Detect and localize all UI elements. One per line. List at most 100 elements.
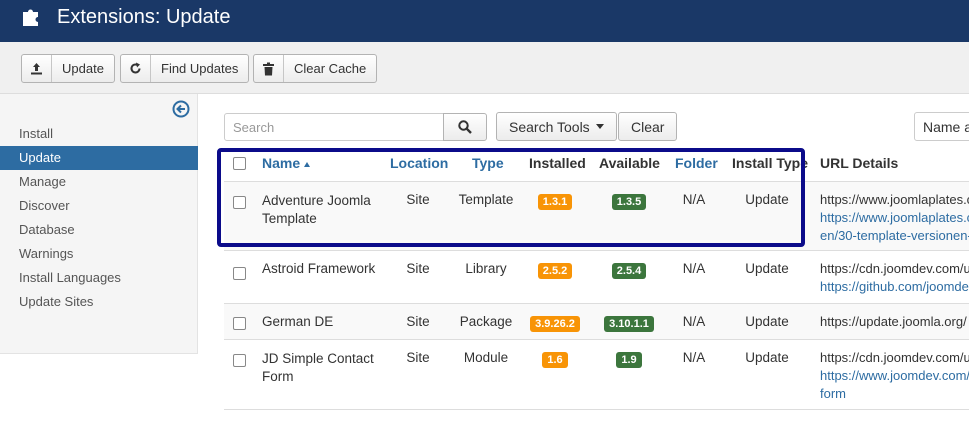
sidebar-item-install[interactable]: Install: [0, 122, 198, 146]
url-text: https://www.joomlaplates.c: [820, 192, 969, 207]
url-text: https://update.joomla.org/: [820, 314, 967, 329]
folder-cell: N/A: [682, 192, 706, 207]
available-version-badge: 2.5.4: [611, 263, 647, 279]
type-cell: Package: [459, 314, 513, 329]
url-link[interactable]: en/30-template-versionen-: [820, 228, 969, 243]
search-tools-label: Search Tools: [509, 118, 590, 135]
folder-cell: N/A: [682, 314, 706, 329]
available-cell: 1.9: [599, 351, 659, 368]
col-name[interactable]: Name: [262, 155, 311, 171]
extension-name: Astroid Framework: [262, 261, 376, 276]
search-input[interactable]: [224, 113, 444, 141]
installed-cell: 1.3.1: [529, 193, 581, 210]
find-updates-button-label: Find Updates: [161, 61, 239, 76]
find-updates-button[interactable]: Find Updates: [120, 54, 250, 83]
extension-name-line: JD Simple Contact: [262, 351, 374, 366]
col-available: Available: [599, 155, 660, 171]
installed-version-badge: 1.6: [542, 352, 568, 368]
refresh-icon: [121, 55, 151, 82]
clear-cache-button[interactable]: Clear Cache: [253, 54, 378, 83]
col-type[interactable]: Type: [472, 155, 504, 171]
folder-cell: N/A: [682, 261, 706, 276]
update-button[interactable]: Update: [21, 54, 115, 83]
available-cell: 1.3.5: [599, 193, 659, 210]
puzzle-icon: [23, 9, 38, 26]
url-link[interactable]: form: [820, 386, 846, 401]
search-tools-button[interactable]: Search Tools: [496, 112, 617, 141]
url-link[interactable]: https://github.com/joomde: [820, 279, 969, 294]
update-button-label: Update: [62, 61, 104, 76]
caret-down-icon: [595, 124, 604, 129]
url-link[interactable]: https://www.joomlaplates.c: [820, 210, 969, 225]
location-cell: Site: [406, 261, 430, 276]
search-button[interactable]: [443, 113, 487, 141]
table-row: JD Simple Contact Form Site Module 1.6 1.…: [224, 339, 969, 410]
sidebar: Install Update Manage Discover Database …: [0, 94, 198, 354]
available-version-badge: 1.9: [616, 352, 642, 368]
page-header: Extensions: Update: [0, 0, 969, 42]
url-link[interactable]: https://www.joomdev.com/: [820, 368, 969, 383]
clear-button[interactable]: Clear: [618, 112, 678, 141]
toolbar: Update Find Updates Clear Cache: [0, 42, 969, 94]
arrow-left-circle-icon[interactable]: [172, 100, 190, 118]
install-type-cell: Update: [745, 314, 789, 329]
col-installed: Installed: [529, 155, 586, 171]
table-row: German DE Site Package 3.9.26.2 3.10.1.1…: [224, 303, 969, 339]
extension-name: JD Simple Contact Form: [262, 350, 374, 386]
install-type-cell: Update: [745, 350, 789, 365]
sidebar-item-warnings[interactable]: Warnings: [0, 242, 198, 266]
clear-cache-button-label: Clear Cache: [294, 61, 367, 76]
select-all-checkbox[interactable]: [233, 157, 246, 170]
sort-select[interactable]: Name a: [914, 112, 969, 141]
clear-label: Clear: [631, 118, 665, 135]
installed-version-badge: 2.5.2: [537, 263, 573, 279]
sidebar-item-update-sites[interactable]: Update Sites: [0, 290, 198, 314]
folder-cell: N/A: [682, 350, 706, 365]
url-details-cell: https://cdn.joomdev.com/u https://www.jo…: [820, 349, 969, 403]
location-cell: Site: [406, 192, 430, 207]
type-cell: Template: [458, 192, 514, 207]
extension-name: German DE: [262, 314, 334, 329]
installed-version-badge: 1.3.1: [537, 194, 573, 210]
type-cell: Module: [463, 350, 509, 365]
trash-icon: [254, 55, 284, 82]
col-install-type: Install Type: [732, 155, 808, 171]
sort-asc-icon: [304, 161, 311, 167]
url-text: https://cdn.joomdev.com/u: [820, 350, 969, 365]
available-cell: 2.5.4: [599, 262, 659, 279]
table-header: Name Location Type Installed Available F…: [224, 145, 969, 181]
row-checkbox[interactable]: [233, 354, 246, 367]
row-checkbox[interactable]: [233, 267, 246, 280]
available-version-badge: 1.3.5: [611, 194, 647, 210]
url-details-cell: https://update.joomla.org/: [820, 313, 967, 331]
sidebar-item-database[interactable]: Database: [0, 218, 198, 242]
location-cell: Site: [406, 314, 430, 329]
installed-version-badge: 3.9.26.2: [530, 316, 580, 332]
updates-table: Name Location Type Installed Available F…: [224, 145, 969, 410]
url-details-cell: https://cdn.joomdev.com/u https://github…: [820, 260, 969, 296]
sidebar-item-manage[interactable]: Manage: [0, 170, 198, 194]
extension-name: Adventure Joomla Template: [262, 192, 371, 228]
col-location[interactable]: Location: [390, 155, 448, 171]
col-folder[interactable]: Folder: [675, 155, 718, 171]
installed-cell: 1.6: [529, 351, 581, 368]
url-details-cell: https://www.joomlaplates.c https://www.j…: [820, 191, 969, 245]
url-text: https://cdn.joomdev.com/u: [820, 261, 969, 276]
sidebar-item-update[interactable]: Update: [0, 146, 198, 170]
upload-icon: [22, 55, 52, 82]
installed-cell: 3.9.26.2: [529, 315, 581, 332]
installed-cell: 2.5.2: [529, 262, 581, 279]
sidebar-item-install-languages[interactable]: Install Languages: [0, 266, 198, 290]
sidebar-nav: Install Update Manage Discover Database …: [0, 122, 198, 314]
available-version-badge: 3.10.1.1: [604, 316, 654, 332]
row-checkbox[interactable]: [233, 317, 246, 330]
col-name-label: Name: [262, 155, 301, 171]
row-checkbox[interactable]: [233, 196, 246, 209]
search-icon: [458, 120, 472, 134]
type-cell: Library: [465, 261, 507, 276]
extension-name-line: Form: [262, 369, 294, 384]
table-row: Adventure Joomla Template Site Template 1…: [224, 181, 969, 250]
col-url-details: URL Details: [820, 155, 899, 171]
sidebar-item-discover[interactable]: Discover: [0, 194, 198, 218]
page-title: Extensions: Update: [57, 6, 231, 28]
